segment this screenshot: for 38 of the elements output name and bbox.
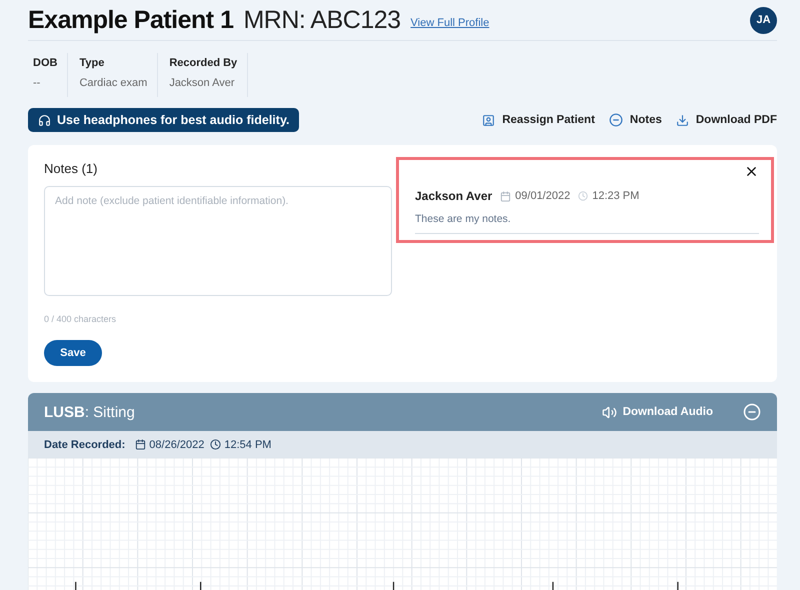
info-value: Jackson Aver bbox=[169, 77, 236, 89]
info-value: Cardiac exam bbox=[79, 77, 148, 89]
headphones-banner: Use headphones for best audio fidelity. bbox=[28, 108, 300, 132]
recording-time: 12:54 PM bbox=[210, 438, 272, 450]
note-time: 12:23 PM bbox=[578, 190, 640, 202]
recording-site: LUSB bbox=[44, 404, 85, 420]
collapse-icon[interactable] bbox=[743, 403, 761, 421]
avatar[interactable]: JA bbox=[750, 6, 777, 34]
note-input[interactable]: Add note (exclude patient identifiable information). bbox=[44, 186, 392, 296]
headphones-icon bbox=[38, 114, 51, 126]
close-icon[interactable] bbox=[744, 164, 759, 179]
info-label: Type bbox=[79, 57, 106, 69]
patient-name: Example Patient 1 bbox=[28, 6, 234, 34]
info-label: Recorded By bbox=[169, 57, 238, 69]
clock-icon bbox=[578, 191, 588, 201]
download-icon bbox=[676, 114, 689, 126]
note-author: Jackson Aver bbox=[415, 189, 492, 203]
date-recorded-label: Date Recorded: bbox=[44, 438, 126, 450]
minus-circle-icon bbox=[608, 113, 623, 127]
notes-title: Notes (1) bbox=[44, 161, 98, 176]
save-button[interactable]: Save bbox=[44, 340, 102, 366]
view-profile-link[interactable]: View Full Profile bbox=[410, 17, 490, 29]
recording-date: 08/26/2022 bbox=[135, 438, 204, 450]
note-date: 09/01/2022 bbox=[500, 190, 570, 202]
person-card-icon bbox=[482, 114, 496, 126]
character-count: 0 / 400 characters bbox=[44, 314, 118, 324]
clock-icon bbox=[210, 439, 222, 450]
calendar-icon bbox=[135, 439, 146, 450]
action-button[interactable]: Reassign Patient bbox=[482, 114, 595, 126]
info-value: -- bbox=[33, 77, 42, 89]
info-label: DOB bbox=[33, 57, 58, 69]
speaker-icon bbox=[602, 404, 617, 420]
action-button[interactable]: Notes bbox=[608, 113, 662, 127]
note-text: These are my notes. bbox=[415, 213, 759, 234]
calendar-icon bbox=[500, 190, 512, 202]
recording-position: : Sitting bbox=[84, 404, 135, 420]
action-button[interactable]: Download PDF bbox=[676, 114, 777, 126]
mrn: MRN: ABC123 bbox=[243, 6, 401, 34]
